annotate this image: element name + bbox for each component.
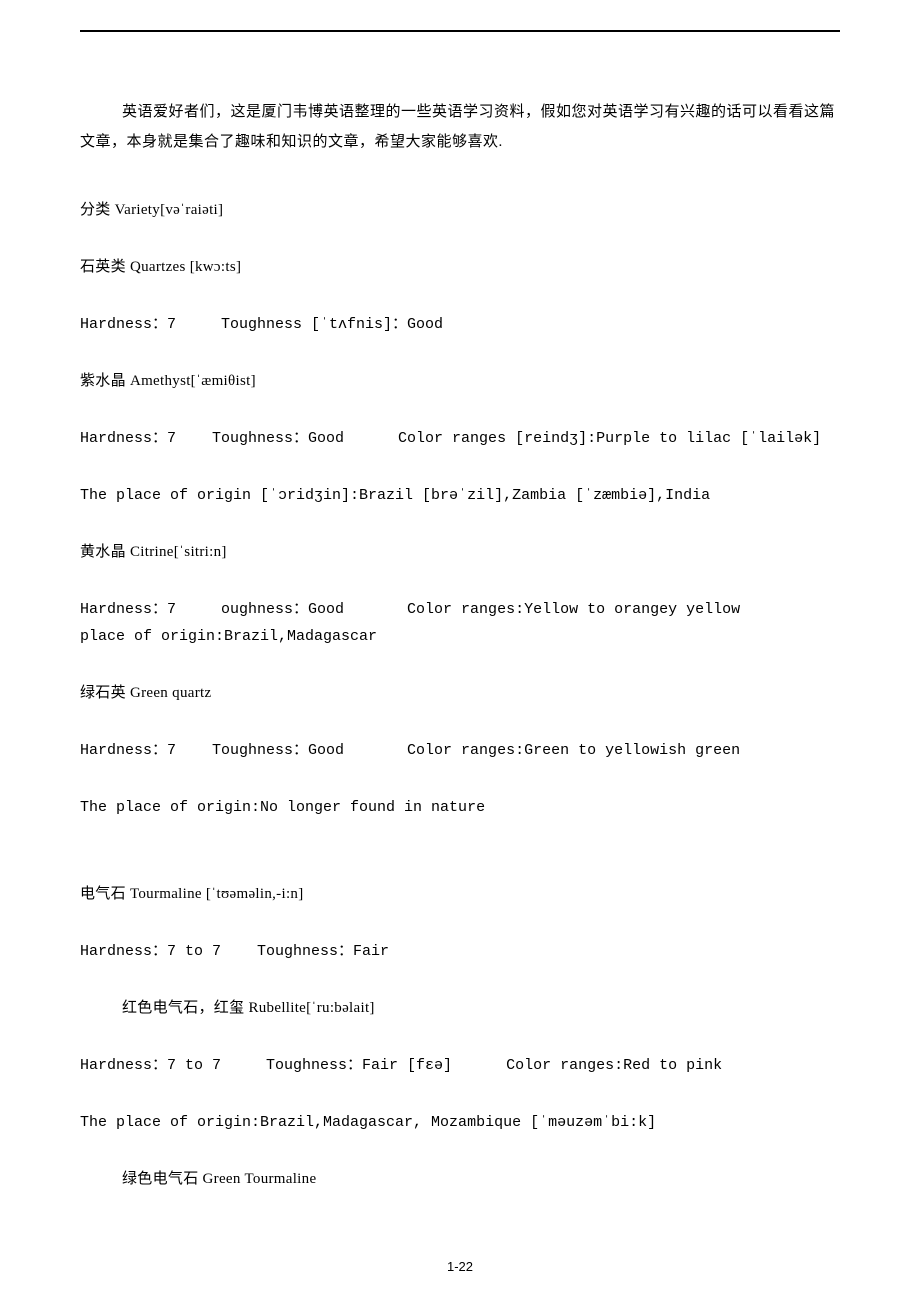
intro-paragraph: 英语爱好者们，这是厦门韦博英语整理的一些英语学习资料，假如您对英语学习有兴趣的话… — [80, 97, 840, 157]
quartzes-line: 石英类 Quartzes [kwɔ:ts] — [80, 254, 840, 281]
top-border-line — [80, 30, 840, 32]
green-tourmaline-line: 绿色电气石 Green Tourmaline — [80, 1166, 840, 1193]
spacer — [80, 851, 840, 881]
tourmaline-hardness-line: Hardness：7 to 7 Toughness：Fair — [80, 938, 840, 965]
amethyst-line: 紫水晶 Amethyst[ˈæmiθist] — [80, 368, 840, 395]
green-quartz-hardness-line: Hardness：7 Toughness：Good Color ranges:G… — [80, 737, 840, 764]
quartz-hardness-line: Hardness：7 Toughness [ˈtʌfnis]：Good — [80, 311, 840, 338]
green-quartz-line: 绿石英 Green quartz — [80, 680, 840, 707]
page-number: 1-22 — [0, 1259, 920, 1274]
rubellite-line: 红色电气石，红玺 Rubellite[ˈru:bəlait] — [80, 995, 840, 1022]
citrine-detail-line: Hardness：7 oughness：Good Color ranges:Ye… — [80, 596, 840, 650]
tourmaline-line: 电气石 Tourmaline [ˈtʊəməlin,-i:n] — [80, 881, 840, 908]
amethyst-origin-line: The place of origin [ˈɔridʒin]:Brazil [b… — [80, 482, 840, 509]
rubellite-origin-line: The place of origin:Brazil,Madagascar, M… — [80, 1109, 840, 1136]
variety-line: 分类 Variety[vəˈraiəti] — [80, 197, 840, 224]
document-page: 英语爱好者们，这是厦门韦博英语整理的一些英语学习资料，假如您对英语学习有兴趣的话… — [0, 0, 920, 1302]
amethyst-hardness-line: Hardness：7 Toughness：Good Color ranges [… — [80, 425, 840, 452]
rubellite-hardness-line: Hardness：7 to 7 Toughness：Fair [fεə] Col… — [80, 1052, 840, 1079]
green-quartz-origin-line: The place of origin:No longer found in n… — [80, 794, 840, 821]
citrine-line: 黄水晶 Citrine[ˈsitri:n] — [80, 539, 840, 566]
